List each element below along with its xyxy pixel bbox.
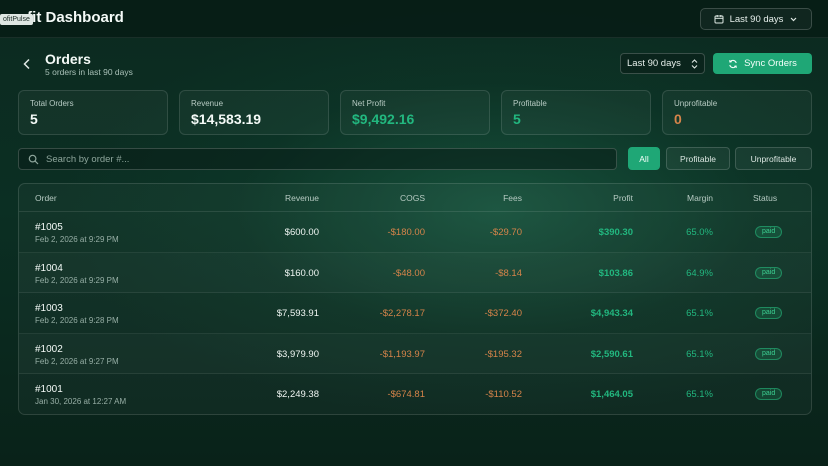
header-revenue: Revenue — [284, 193, 319, 203]
profit-cell: $103.86 — [598, 267, 633, 279]
stat-value: 5 — [30, 111, 38, 127]
top-bar: ofit Dashboard ofitPulse Last 90 days — [0, 0, 828, 38]
order-date: Jan 30, 2026 at 12:27 AM — [35, 397, 127, 407]
table-row[interactable]: #1002 Feb 2, 2026 at 9:27 PM $3,979.90 -… — [19, 334, 811, 375]
margin-cell: 65.1% — [686, 389, 713, 401]
header-margin: Margin — [687, 193, 713, 203]
stat-label: Net Profit — [352, 99, 386, 108]
fees-cell: -$110.52 — [485, 389, 522, 401]
revenue-cell: $7,593.91 — [276, 308, 319, 320]
order-id: #1003 — [35, 303, 63, 315]
order-date: Feb 2, 2026 at 9:28 PM — [35, 316, 119, 326]
search-placeholder: Search by order #... — [46, 153, 130, 165]
calendar-icon — [714, 15, 724, 24]
margin-cell: 65.1% — [686, 308, 713, 320]
date-range-label: Last 90 days — [729, 13, 784, 25]
back-icon[interactable] — [22, 58, 32, 70]
table-row[interactable]: #1005 Feb 2, 2026 at 9:29 PM $600.00 -$1… — [19, 212, 811, 253]
order-id: #1005 — [35, 222, 63, 233]
brand-tag: ofitPulse — [0, 14, 33, 25]
page-title: Orders — [45, 51, 91, 67]
stat-value: 5 — [513, 111, 521, 127]
stat-profitable: Profitable 5 — [501, 90, 651, 135]
profit-cell: $390.30 — [598, 227, 633, 238]
profit-cell: $1,464.05 — [590, 389, 633, 401]
order-date: Feb 2, 2026 at 9:29 PM — [35, 235, 119, 244]
stat-label: Unprofitable — [674, 99, 718, 108]
refresh-icon — [729, 59, 738, 68]
header-order: Order — [35, 193, 57, 203]
cogs-cell: -$2,278.17 — [379, 308, 425, 320]
cogs-cell: -$674.81 — [387, 389, 425, 401]
search-icon — [28, 154, 39, 164]
profit-cell: $4,943.34 — [590, 308, 633, 320]
stat-net-profit: Net Profit $9,492.16 — [340, 90, 490, 135]
stat-label: Profitable — [513, 99, 547, 108]
stat-value: 0 — [674, 111, 682, 127]
stat-value: $14,583.19 — [191, 111, 262, 127]
table-row[interactable]: #1004 Feb 2, 2026 at 9:29 PM $160.00 -$4… — [19, 253, 811, 294]
select-arrows-icon — [691, 58, 698, 69]
fees-cell: -$29.70 — [489, 227, 522, 238]
filter-all-button[interactable]: All — [628, 147, 660, 170]
status-badge: paid — [755, 347, 783, 360]
table-header: Order Revenue COGS Fees Profit Margin St… — [19, 184, 811, 212]
app-title: ofit Dashboard — [18, 9, 124, 26]
cogs-cell: -$180.00 — [387, 227, 425, 238]
cogs-cell: -$48.00 — [392, 267, 425, 279]
fees-cell: -$195.32 — [484, 348, 522, 360]
status-badge: paid — [755, 266, 783, 279]
status-badge: paid — [755, 388, 783, 401]
stat-label: Total Orders — [30, 99, 74, 108]
stat-revenue: Revenue $14,583.19 — [179, 90, 329, 135]
stat-value: $9,492.16 — [352, 111, 415, 127]
revenue-cell: $600.00 — [284, 227, 319, 238]
revenue-cell: $3,979.90 — [276, 348, 319, 360]
range-select-value: Last 90 days — [627, 58, 681, 69]
range-select[interactable]: Last 90 days — [620, 53, 705, 74]
table-row[interactable]: #1003 Feb 2, 2026 at 9:28 PM $7,593.91 -… — [19, 293, 811, 334]
header-fees: Fees — [503, 193, 522, 203]
sync-orders-button[interactable]: Sync Orders — [713, 53, 812, 74]
order-date: Feb 2, 2026 at 9:27 PM — [35, 356, 119, 366]
stat-unprofitable: Unprofitable 0 — [662, 90, 812, 135]
filter-unprofitable-button[interactable]: Unprofitable — [735, 147, 812, 170]
date-range-button[interactable]: Last 90 days — [700, 8, 812, 30]
order-id: #1001 — [35, 384, 63, 396]
status-badge: paid — [755, 226, 783, 238]
table-row[interactable]: #1001 Jan 30, 2026 at 12:27 AM $2,249.38… — [19, 374, 811, 414]
status-badge: paid — [755, 307, 783, 320]
header-cogs: COGS — [399, 193, 425, 203]
orders-table: Order Revenue COGS Fees Profit Margin St… — [18, 183, 812, 415]
sync-orders-label: Sync Orders — [744, 58, 797, 69]
stat-label: Revenue — [191, 99, 224, 108]
fees-cell: -$8.14 — [495, 267, 522, 279]
stat-total-orders: Total Orders 5 — [18, 90, 168, 135]
chevron-down-icon — [791, 17, 797, 21]
header-profit: Profit — [613, 193, 633, 203]
revenue-cell: $2,249.38 — [276, 389, 319, 401]
cogs-cell: -$1,193.97 — [379, 348, 425, 360]
search-input[interactable]: Search by order #... — [18, 148, 617, 170]
revenue-cell: $160.00 — [284, 267, 319, 279]
header-status: Status — [753, 193, 778, 203]
filter-profitable-button[interactable]: Profitable — [666, 147, 730, 170]
profit-cell: $2,590.61 — [590, 348, 633, 360]
margin-cell: 65.1% — [686, 348, 713, 360]
margin-cell: 64.9% — [686, 267, 713, 279]
order-id: #1004 — [35, 262, 63, 274]
fees-cell: -$372.40 — [484, 308, 522, 320]
page-subtitle: 5 orders in last 90 days — [45, 67, 133, 77]
order-date: Feb 2, 2026 at 9:29 PM — [35, 275, 119, 285]
order-id: #1002 — [35, 343, 63, 355]
margin-cell: 65.0% — [686, 227, 713, 238]
